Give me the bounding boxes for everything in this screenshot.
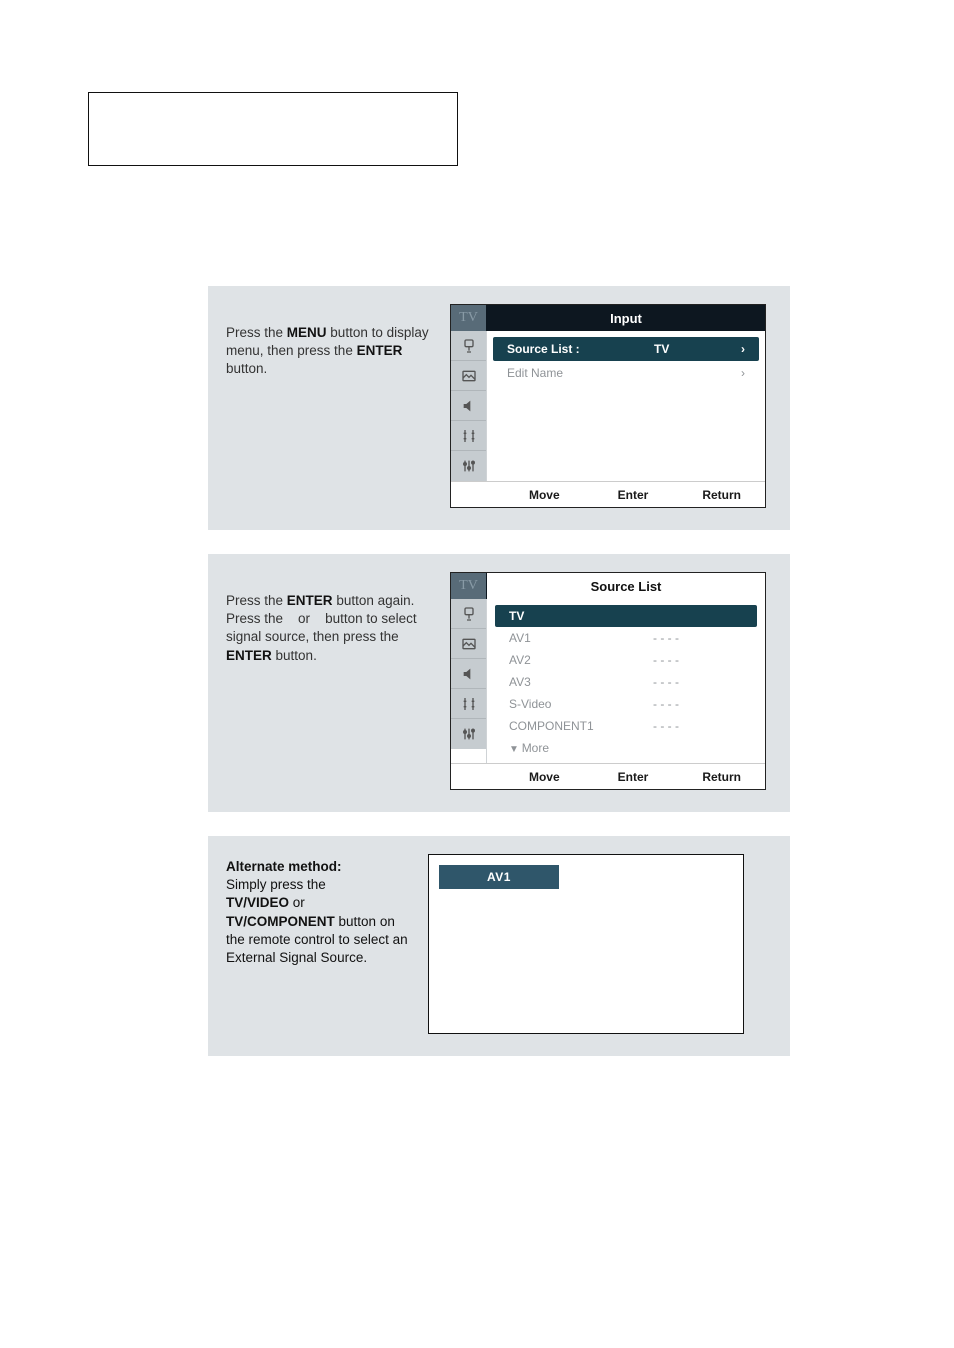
src-dots: - - - - (653, 653, 679, 667)
t1c: button. (226, 361, 267, 376)
s2or: or (298, 611, 310, 626)
alt-or: or (293, 895, 305, 910)
list-item[interactable]: S-Video - - - - (495, 693, 757, 715)
picture-icon (451, 629, 486, 659)
section-title-box (88, 92, 458, 166)
sound-icon (451, 391, 486, 421)
edit-name-label: Edit Name (507, 366, 627, 380)
edit-name-row[interactable]: Edit Name › (497, 361, 755, 385)
src-name: AV2 (509, 653, 629, 667)
list-item[interactable]: AV3 - - - - (495, 671, 757, 693)
list-item[interactable]: AV1 - - - - (495, 627, 757, 649)
list-item[interactable]: AV2 - - - - (495, 649, 757, 671)
src-dots: - - - - (653, 719, 679, 733)
input-icon (451, 599, 486, 629)
source-list-value: TV (654, 342, 714, 356)
alt-b2: TV/COMPONENT (226, 914, 335, 929)
t1a: Press the (226, 325, 287, 340)
osd-title: Input (487, 305, 765, 331)
picture-icon (451, 361, 486, 391)
step-2: Press the ENTER button again. Press the … (208, 554, 790, 812)
osd-footer: Move Enter Return (451, 481, 765, 507)
alt-heading: Alternate method: (226, 859, 342, 874)
osd-header: TV Input (451, 305, 765, 331)
footer-move: Move (507, 488, 582, 502)
list-item[interactable]: COMPONENT1 - - - - (495, 715, 757, 737)
footer-return: Return (684, 488, 759, 502)
source-list-row[interactable]: Source List : TV › (493, 337, 759, 361)
src-name: TV (509, 609, 629, 623)
step-2-text: Press the ENTER button again. Press the … (226, 572, 436, 665)
source-toast: AV1 (439, 865, 559, 889)
s2enter1: ENTER (287, 593, 333, 608)
osd-content: Source List : TV › Edit Name › (487, 331, 765, 481)
osd-body: Source List : TV › Edit Name › (451, 331, 765, 481)
osd2-tv-tab: TV (451, 573, 487, 599)
src-name: AV1 (509, 631, 629, 645)
source-list-label: Source List : (507, 342, 627, 356)
src-name: S-Video (509, 697, 629, 711)
chevron-right-icon: › (741, 366, 745, 380)
chevron-right-icon: › (741, 342, 745, 356)
osd2-header: TV Source List (451, 573, 765, 599)
blank-osd: AV1 (428, 854, 744, 1034)
steps-column: Press the MENU button to display menu, t… (208, 286, 790, 1080)
s2c: button again. (336, 593, 414, 608)
osd-tv-tab: TV (451, 305, 487, 331)
osd2-content: TV AV1 - - - - AV2 - - - - AV3 - - - - (487, 599, 765, 763)
sound-icon (451, 659, 486, 689)
src-name: AV3 (509, 675, 629, 689)
step-1-text: Press the MENU button to display menu, t… (226, 304, 436, 379)
osd2-title: Source List (487, 573, 765, 599)
osd2-body: TV AV1 - - - - AV2 - - - - AV3 - - - - (451, 599, 765, 763)
step-1: Press the MENU button to display menu, t… (208, 286, 790, 530)
alt-b1: TV/VIDEO (226, 895, 289, 910)
more-label: More (522, 741, 549, 755)
enter-word: ENTER (357, 343, 403, 358)
osd-input: TV Input (450, 304, 766, 508)
alt-text: Alternate method: Simply press the TV/VI… (226, 854, 414, 967)
osd-sidebar (451, 331, 487, 481)
s2d: Press the (226, 611, 287, 626)
step-alternate: Alternate method: Simply press the TV/VI… (208, 836, 790, 1056)
src-dots: - - - - (653, 675, 679, 689)
menu-word: MENU (287, 325, 327, 340)
input-icon (451, 331, 486, 361)
footer-enter: Enter (596, 770, 671, 784)
footer-move: Move (507, 770, 582, 784)
s2a: Press the (226, 593, 287, 608)
channel-icon (451, 421, 486, 451)
more-indicator: ▼ More (495, 737, 757, 761)
channel-icon (451, 689, 486, 719)
src-dots: - - - - (653, 697, 679, 711)
s2enter2: ENTER (226, 648, 272, 663)
src-name: COMPONENT1 (509, 719, 629, 733)
osd-source-list: TV Source List (450, 572, 766, 790)
footer-enter: Enter (596, 488, 671, 502)
osd2-footer: Move Enter Return (451, 763, 765, 789)
footer-return: Return (684, 770, 759, 784)
list-item[interactable]: TV (495, 605, 757, 627)
setup-icon (451, 719, 486, 749)
setup-icon (451, 451, 486, 481)
alt-a: Simply press the (226, 877, 326, 892)
s2f: button. (276, 648, 317, 663)
osd2-sidebar (451, 599, 487, 763)
src-dots: - - - - (653, 631, 679, 645)
